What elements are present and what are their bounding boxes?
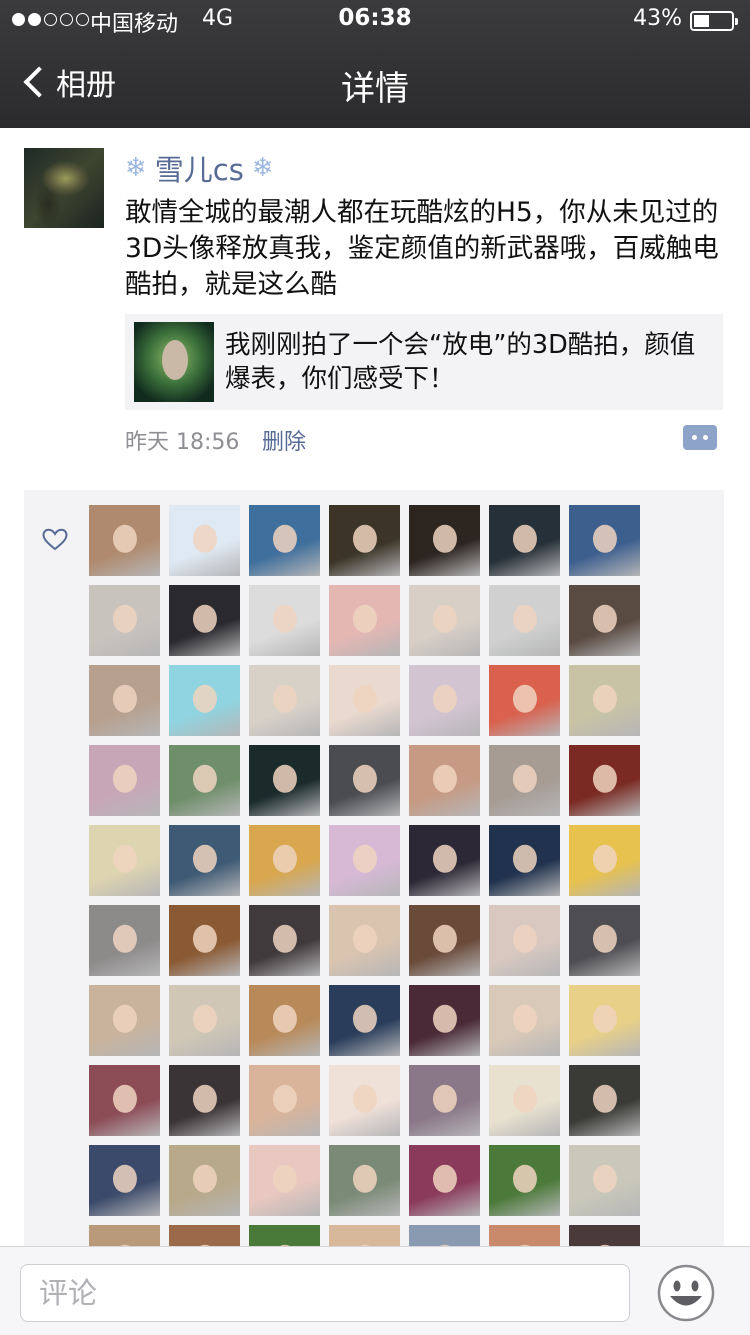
top-bar: 中国移动 4G 06:38 43% 相册 详情 <box>0 0 750 128</box>
liker-avatar[interactable] <box>569 505 640 576</box>
liker-avatar[interactable] <box>89 985 160 1056</box>
battery-icon <box>690 11 738 31</box>
comment-input[interactable] <box>20 1264 630 1322</box>
liker-avatar[interactable] <box>409 745 480 816</box>
liker-avatar[interactable] <box>89 1065 160 1136</box>
liker-avatar[interactable] <box>249 825 320 896</box>
liker-avatar[interactable] <box>569 665 640 736</box>
liker-avatar[interactable] <box>169 825 240 896</box>
heart-icon <box>42 528 68 551</box>
comment-dot <box>692 435 697 440</box>
status-bar: 中国移动 4G 06:38 43% <box>0 0 750 40</box>
liker-avatar[interactable] <box>89 905 160 976</box>
liker-avatar[interactable] <box>569 585 640 656</box>
liker-avatar[interactable] <box>169 745 240 816</box>
shared-link-card[interactable]: 我刚刚拍了一个会“放电”的3D酷拍，颜值爆表，你们感受下！ <box>125 314 723 410</box>
liker-avatar[interactable] <box>89 1145 160 1216</box>
liker-avatar[interactable] <box>409 905 480 976</box>
snowflake-icon: ❄ <box>125 153 147 183</box>
liker-avatar[interactable] <box>489 745 560 816</box>
liker-avatar[interactable] <box>89 665 160 736</box>
comment-dot <box>703 435 708 440</box>
liker-avatar[interactable] <box>489 585 560 656</box>
liker-avatar[interactable] <box>169 1065 240 1136</box>
liker-avatar[interactable] <box>169 505 240 576</box>
post-text: 敢情全城的最潮人都在玩酷炫的H5，你从未见过的3D头像释放真我，鉴定颜值的新武器… <box>125 197 719 300</box>
liker-avatar[interactable] <box>89 825 160 896</box>
snowflake-icon: ❄ <box>251 153 274 183</box>
liker-avatar[interactable] <box>249 505 320 576</box>
liker-avatar[interactable] <box>89 585 160 656</box>
battery-level-fill <box>694 15 710 27</box>
liker-avatar[interactable] <box>329 825 400 896</box>
liker-avatar[interactable] <box>329 585 400 656</box>
liker-avatar[interactable] <box>169 665 240 736</box>
shared-link-thumbnail <box>134 322 214 402</box>
liker-avatar[interactable] <box>489 1145 560 1216</box>
liker-avatar[interactable] <box>249 745 320 816</box>
liker-avatar[interactable] <box>329 1145 400 1216</box>
liker-avatar-grid <box>89 505 640 1250</box>
liker-avatar[interactable] <box>249 985 320 1056</box>
liker-avatar[interactable] <box>569 825 640 896</box>
shared-link-title: 我刚刚拍了一个会“放电”的3D酷拍，颜值爆表，你们感受下！ <box>225 330 696 394</box>
liker-avatar[interactable] <box>249 905 320 976</box>
liker-avatar[interactable] <box>169 1145 240 1216</box>
liker-avatar[interactable] <box>409 825 480 896</box>
liker-avatar[interactable] <box>89 745 160 816</box>
liker-avatar[interactable] <box>249 1065 320 1136</box>
liker-avatar[interactable] <box>569 745 640 816</box>
comment-bar <box>0 1246 750 1335</box>
liker-avatar[interactable] <box>409 985 480 1056</box>
liker-avatar[interactable] <box>169 905 240 976</box>
author-avatar[interactable] <box>24 148 104 228</box>
thumbnail-face <box>162 340 188 380</box>
liker-avatar[interactable] <box>569 1145 640 1216</box>
author-name-text: 雪儿cs <box>154 153 244 187</box>
liker-avatar[interactable] <box>89 505 160 576</box>
delete-link[interactable]: 删除 <box>262 424 306 456</box>
liker-avatar[interactable] <box>489 985 560 1056</box>
liker-avatar[interactable] <box>249 1145 320 1216</box>
liker-avatar[interactable] <box>409 1065 480 1136</box>
liker-avatar[interactable] <box>409 1145 480 1216</box>
smiley-icon[interactable] <box>656 1263 716 1323</box>
liker-avatar[interactable] <box>409 585 480 656</box>
liker-avatar[interactable] <box>569 905 640 976</box>
liker-avatar[interactable] <box>329 745 400 816</box>
liker-avatar[interactable] <box>409 665 480 736</box>
liker-avatar[interactable] <box>329 985 400 1056</box>
post-timestamp: 昨天 18:56 <box>125 430 240 455</box>
liker-avatar[interactable] <box>489 665 560 736</box>
liker-avatar[interactable] <box>489 1065 560 1136</box>
liker-avatar[interactable] <box>169 985 240 1056</box>
author-name[interactable]: ❄ 雪儿cs ❄ <box>125 149 274 187</box>
liker-avatar[interactable] <box>329 505 400 576</box>
liker-avatar[interactable] <box>569 985 640 1056</box>
liker-avatar[interactable] <box>409 505 480 576</box>
page-title: 详情 <box>341 69 409 109</box>
liker-avatar[interactable] <box>489 505 560 576</box>
liker-avatar[interactable] <box>569 1065 640 1136</box>
comment-icon[interactable] <box>683 425 717 450</box>
liker-avatar[interactable] <box>329 665 400 736</box>
liker-avatar[interactable] <box>489 905 560 976</box>
battery-percentage: 43% <box>633 6 682 31</box>
liker-avatar[interactable] <box>249 665 320 736</box>
liker-avatar[interactable] <box>489 825 560 896</box>
liker-avatar[interactable] <box>249 585 320 656</box>
liker-avatar[interactable] <box>329 1065 400 1136</box>
liker-avatar[interactable] <box>169 585 240 656</box>
liker-avatar[interactable] <box>329 905 400 976</box>
likes-panel <box>24 490 724 1250</box>
navigation-bar: 相册 详情 <box>0 48 750 118</box>
